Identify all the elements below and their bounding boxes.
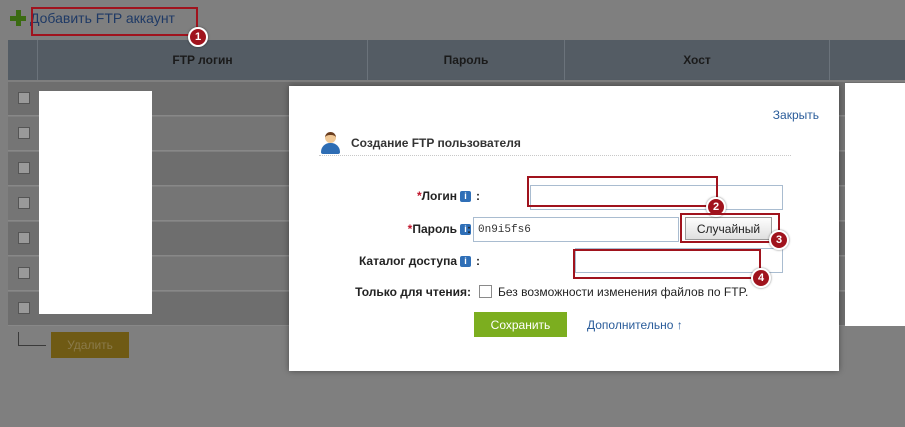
user-icon bbox=[319, 131, 343, 155]
login-colon: : bbox=[476, 189, 480, 203]
annotation-box-2 bbox=[527, 176, 718, 207]
readonly-caption: Без возможности изменения файлов по FTP. bbox=[498, 285, 749, 299]
table-header: FTP логин Пароль Хост bbox=[8, 40, 905, 80]
info-icon[interactable]: i bbox=[460, 256, 471, 268]
redacted-right-column bbox=[845, 83, 905, 326]
delete-button[interactable]: Удалить bbox=[51, 332, 129, 358]
column-header-login[interactable]: FTP логин bbox=[38, 40, 368, 80]
save-button[interactable]: Сохранить bbox=[474, 312, 567, 337]
row-checkbox[interactable] bbox=[18, 92, 30, 104]
close-link[interactable]: Закрыть bbox=[773, 108, 819, 122]
login-label-text: Логин bbox=[421, 189, 457, 203]
catalog-label: Каталог доступа i bbox=[359, 254, 471, 268]
header-checkbox-cell bbox=[8, 40, 38, 80]
row-checkbox[interactable] bbox=[18, 162, 30, 174]
column-header-host[interactable]: Хост bbox=[565, 40, 830, 80]
row-checkbox[interactable] bbox=[18, 232, 30, 244]
annotation-box-1 bbox=[31, 7, 198, 36]
select-arrow-icon bbox=[18, 332, 46, 346]
annotation-badge-3: 3 bbox=[769, 230, 789, 250]
redacted-login-column bbox=[39, 91, 152, 314]
info-icon[interactable]: i bbox=[460, 191, 471, 203]
row-checkbox[interactable] bbox=[18, 127, 30, 139]
annotation-badge-1: 1 bbox=[188, 27, 208, 47]
dialog-header: Создание FTP пользователя bbox=[319, 130, 791, 156]
column-header-extra bbox=[830, 40, 905, 80]
column-header-password[interactable]: Пароль bbox=[368, 40, 565, 80]
dialog-title: Создание FTP пользователя bbox=[351, 135, 521, 150]
catalog-label-text: Каталог доступа bbox=[358, 254, 457, 268]
password-colon: : bbox=[467, 222, 471, 236]
login-label: *Логин i bbox=[417, 189, 471, 203]
catalog-colon: : bbox=[476, 254, 480, 268]
readonly-checkbox[interactable] bbox=[479, 285, 492, 298]
advanced-toggle-link[interactable]: Дополнительно ↑ bbox=[587, 318, 683, 332]
plus-icon bbox=[10, 10, 26, 26]
password-input[interactable] bbox=[473, 217, 679, 242]
row-checkbox[interactable] bbox=[18, 267, 30, 279]
row-checkbox[interactable] bbox=[18, 302, 30, 314]
annotation-box-3 bbox=[680, 213, 780, 243]
row-checkbox[interactable] bbox=[18, 197, 30, 209]
readonly-label: Только для чтения: bbox=[355, 285, 471, 299]
password-label-text: Пароль bbox=[412, 222, 457, 236]
annotation-badge-4: 4 bbox=[751, 268, 771, 288]
password-label: *Пароль i bbox=[408, 222, 471, 236]
annotation-box-4 bbox=[573, 249, 761, 279]
